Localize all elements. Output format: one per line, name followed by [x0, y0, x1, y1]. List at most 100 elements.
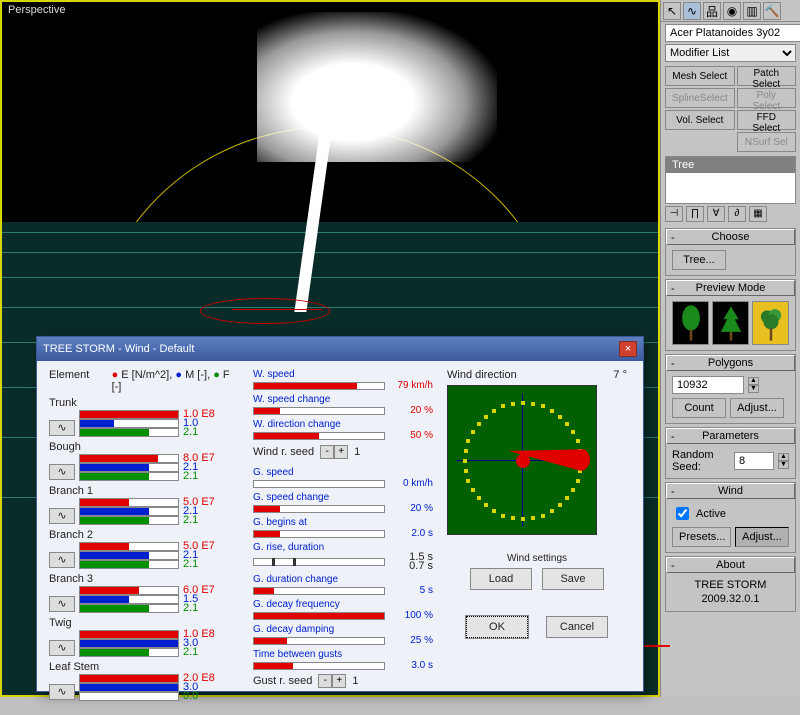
count-button[interactable]: Count [672, 398, 726, 418]
configure-sets-icon[interactable]: ▦ [749, 206, 767, 222]
param-slider[interactable] [253, 432, 385, 440]
wind-active-checkbox[interactable] [676, 507, 689, 520]
ffd-select-button[interactable]: FFD Select [737, 110, 796, 130]
param-slider[interactable] [253, 382, 385, 390]
f-slider[interactable] [79, 604, 179, 613]
make-unique-icon[interactable]: ∀ [707, 206, 725, 222]
about-rollout-head[interactable]: -About [666, 557, 795, 573]
ok-button[interactable]: OK [466, 616, 528, 638]
preview-med-button[interactable] [712, 301, 749, 345]
preview-high-button[interactable] [752, 301, 789, 345]
param-slider[interactable] [253, 637, 385, 645]
parameters-rollout-head[interactable]: -Parameters [666, 428, 795, 444]
stack-item-tree[interactable]: Tree [666, 157, 795, 173]
polygons-rollout-head[interactable]: -Polygons [666, 355, 795, 371]
m-slider[interactable] [79, 463, 179, 472]
seed-down-icon[interactable]: ▼ [778, 461, 789, 469]
pin-stack-icon[interactable]: ⊣ [665, 206, 683, 222]
choose-rollout-head[interactable]: -Choose [666, 229, 795, 245]
m-slider[interactable] [79, 507, 179, 516]
seed-minus-button[interactable]: - [320, 445, 334, 459]
modifier-list-dropdown[interactable]: Modifier List [665, 44, 796, 62]
poly-down-icon[interactable]: ▼ [748, 385, 759, 393]
preview-low-button[interactable] [672, 301, 709, 345]
gust-seed-minus-button[interactable]: - [318, 674, 332, 688]
seed-plus-button[interactable]: + [334, 445, 348, 459]
save-button[interactable]: Save [542, 568, 604, 590]
wind-compass[interactable] [447, 385, 597, 535]
hierarchy-tab-icon[interactable]: 品 [703, 2, 721, 20]
tree-button[interactable]: Tree... [672, 250, 726, 270]
display-tab-icon[interactable]: ▥ [743, 2, 761, 20]
x-axis-gizmo [232, 309, 322, 310]
e-slider[interactable] [79, 410, 179, 419]
param-slider[interactable] [253, 480, 385, 488]
wave-button[interactable]: ∿ [49, 420, 75, 436]
e-slider[interactable] [79, 542, 179, 551]
param-slider[interactable] [253, 612, 385, 620]
element-row-branch 3: Branch 3 ∿ 6.0 E71.52.1 [49, 573, 239, 613]
polygon-count-input[interactable] [672, 376, 744, 394]
param-slider[interactable] [253, 407, 385, 415]
wave-button[interactable]: ∿ [49, 684, 75, 700]
modifier-stack[interactable]: Tree [665, 156, 796, 204]
seed-up-icon[interactable]: ▲ [778, 453, 789, 461]
element-row-bough: Bough ∿ 8.0 E72.12.1 [49, 441, 239, 481]
wave-button[interactable]: ∿ [49, 552, 75, 568]
wind-params-column: W. speed 79 km/hW. speed change 20 %W. d… [253, 369, 433, 705]
vol-select-button[interactable]: Vol. Select [665, 110, 735, 130]
e-slider[interactable] [79, 454, 179, 463]
param-slider[interactable] [253, 662, 385, 670]
param-slider[interactable] [253, 505, 385, 513]
wave-button[interactable]: ∿ [49, 464, 75, 480]
m-slider[interactable] [79, 639, 179, 648]
wind-seed-value: 1 [354, 446, 360, 458]
gust-seed-plus-button[interactable]: + [332, 674, 346, 688]
parameters-rollout: -Parameters Random Seed: ▲▼ [665, 427, 796, 479]
wave-button[interactable]: ∿ [49, 640, 75, 656]
motion-tab-icon[interactable]: ◉ [723, 2, 741, 20]
utilities-tab-icon[interactable]: 🔨 [763, 2, 781, 20]
e-slider[interactable] [79, 674, 179, 683]
dialog-titlebar[interactable]: TREE STORM - Wind - Default × [37, 337, 643, 361]
wind-rollout-head[interactable]: -Wind [666, 483, 795, 499]
create-tab-icon[interactable]: ↖ [663, 2, 681, 20]
mesh-select-button[interactable]: Mesh Select [665, 66, 735, 86]
e-slider[interactable] [79, 498, 179, 507]
m-slider[interactable] [79, 683, 179, 692]
f-slider[interactable] [79, 560, 179, 569]
poly-adjust-button[interactable]: Adjust... [730, 398, 784, 418]
wind-presets-button[interactable]: Presets... [672, 527, 731, 547]
param-slider[interactable] [253, 587, 385, 595]
poly-up-icon[interactable]: ▲ [748, 377, 759, 385]
elements-column: Element ● E [N/m^2], ● M [-], ● F [-] Tr… [49, 369, 239, 705]
object-name-input[interactable] [665, 24, 800, 42]
seed-input[interactable] [734, 452, 774, 470]
modify-tab-icon[interactable]: ∿ [683, 2, 701, 20]
f-slider[interactable] [79, 516, 179, 525]
close-icon[interactable]: × [619, 341, 637, 357]
f-slider[interactable] [79, 428, 179, 437]
element-name: Branch 1 [49, 485, 93, 497]
cancel-button[interactable]: Cancel [546, 616, 608, 638]
m-slider[interactable] [79, 419, 179, 428]
f-slider[interactable] [79, 472, 179, 481]
tree-mesh[interactable] [197, 12, 457, 312]
e-slider[interactable] [79, 586, 179, 595]
wave-button[interactable]: ∿ [49, 596, 75, 612]
param-slider[interactable] [253, 530, 385, 538]
remove-modifier-icon[interactable]: ∂ [728, 206, 746, 222]
dialog-title: TREE STORM - Wind - Default [43, 343, 194, 355]
wind-adjust-button[interactable]: Adjust... [735, 527, 789, 547]
f-slider[interactable] [79, 648, 179, 657]
e-slider[interactable] [79, 630, 179, 639]
show-end-result-icon[interactable]: ∏ [686, 206, 704, 222]
m-slider[interactable] [79, 551, 179, 560]
param-slider[interactable] [253, 558, 385, 566]
patch-select-button[interactable]: Patch Select [737, 66, 796, 86]
load-button[interactable]: Load [470, 568, 532, 590]
m-slider[interactable] [79, 595, 179, 604]
preview-rollout-head[interactable]: -Preview Mode [666, 280, 795, 296]
wave-button[interactable]: ∿ [49, 508, 75, 524]
gust-seed-value: 1 [352, 675, 358, 687]
